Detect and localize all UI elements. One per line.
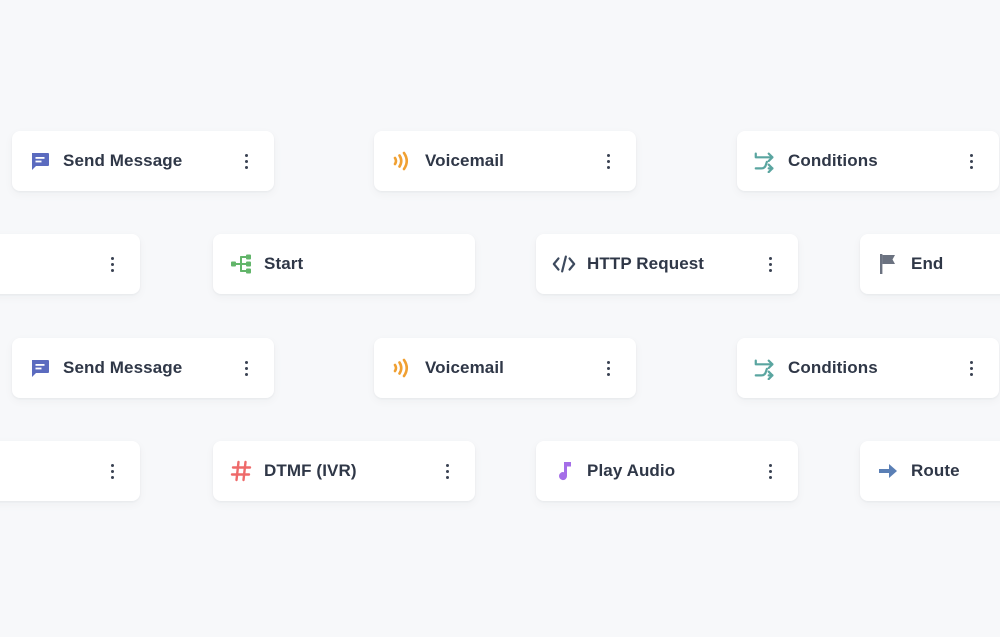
more-options-icon[interactable] [238, 356, 254, 380]
node-card-partial[interactable]: io [0, 234, 140, 294]
node-card-send-message[interactable]: Send Message [12, 338, 274, 398]
more-options-icon[interactable] [238, 149, 254, 173]
node-card-voicemail[interactable]: Voicemail [374, 338, 636, 398]
code-icon [552, 252, 576, 276]
node-card-start[interactable]: Start [213, 234, 475, 294]
node-label: End [911, 254, 944, 273]
music-note-icon [552, 459, 576, 483]
node-label: HTTP Request [587, 254, 705, 273]
node-label: Voicemail [425, 358, 505, 377]
more-options-icon[interactable] [104, 252, 120, 276]
message-icon [28, 356, 52, 380]
more-options-icon[interactable] [762, 459, 778, 483]
node-label: DTMF (IVR) [264, 461, 357, 480]
more-options-icon[interactable] [600, 356, 616, 380]
node-label: Voicemail [425, 151, 505, 170]
node-label: io [0, 254, 104, 274]
more-options-icon[interactable] [762, 252, 778, 276]
node-label: Start [264, 254, 304, 273]
node-label: Route [911, 461, 960, 480]
arrow-right-icon [876, 459, 900, 483]
more-options-icon[interactable] [439, 459, 455, 483]
flag-icon [876, 252, 900, 276]
more-options-icon[interactable] [963, 356, 979, 380]
more-options-icon[interactable] [963, 149, 979, 173]
node-card-partial[interactable] [0, 441, 140, 501]
more-options-icon[interactable] [104, 459, 120, 483]
node-card-dtmf-ivr[interactable]: DTMF (IVR) [213, 441, 475, 501]
node-label: Send Message [63, 151, 183, 170]
node-card-send-message[interactable]: Send Message [12, 131, 274, 191]
node-label: Send Message [63, 358, 183, 377]
conditions-icon [753, 356, 777, 380]
flow-node-palette: Send Message Voicemail Conditions Start … [0, 0, 1000, 637]
voicemail-icon [390, 356, 414, 380]
node-label: Conditions [788, 151, 878, 170]
node-card-play-audio[interactable]: Play Audio [536, 441, 798, 501]
more-options-icon[interactable] [600, 149, 616, 173]
node-card-voicemail[interactable]: Voicemail [374, 131, 636, 191]
node-card-conditions[interactable]: Conditions [737, 131, 999, 191]
start-icon [229, 252, 253, 276]
node-card-conditions[interactable]: Conditions [737, 338, 999, 398]
node-card-end[interactable]: End [860, 234, 1000, 294]
hash-icon [229, 459, 253, 483]
voicemail-icon [390, 149, 414, 173]
node-label: Conditions [788, 358, 878, 377]
conditions-icon [753, 149, 777, 173]
node-label: Play Audio [587, 461, 676, 480]
node-card-route[interactable]: Route [860, 441, 1000, 501]
node-card-http-request[interactable]: HTTP Request [536, 234, 798, 294]
message-icon [28, 149, 52, 173]
